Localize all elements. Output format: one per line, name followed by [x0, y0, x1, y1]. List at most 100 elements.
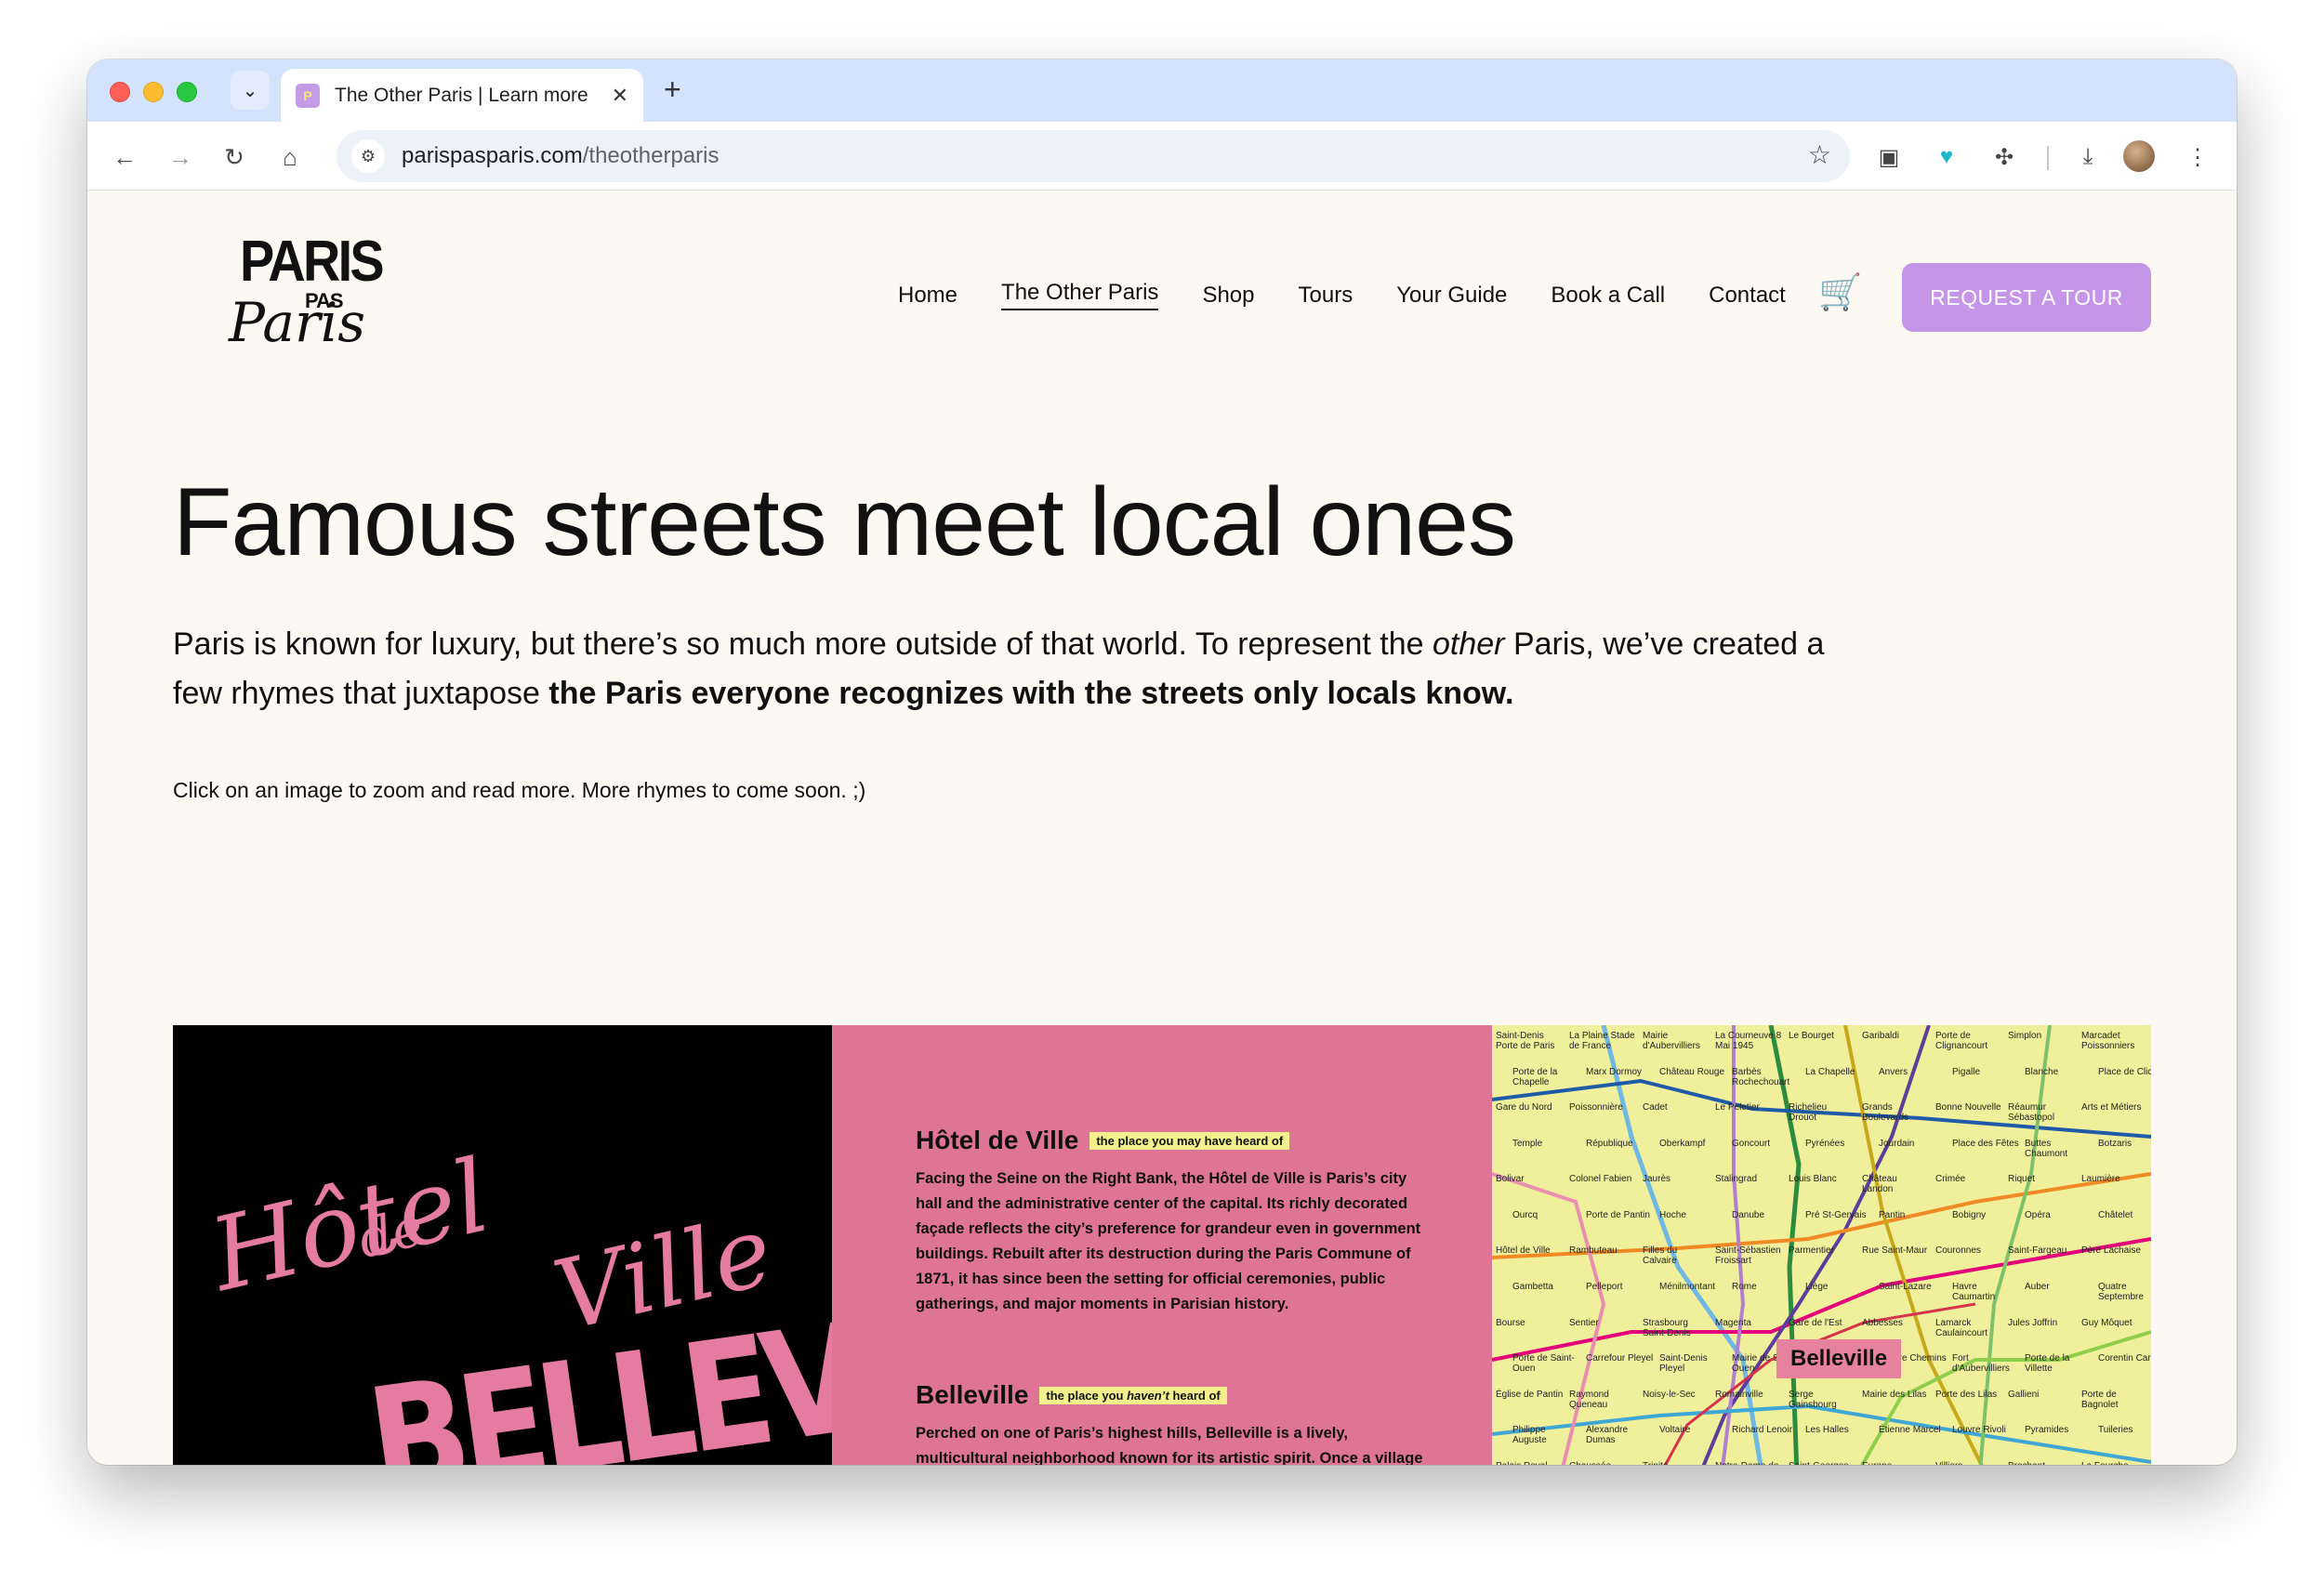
- map-station-label: Porte des Lilas: [1935, 1390, 1998, 1400]
- map-station-label: Gare du Nord: [1496, 1102, 1552, 1113]
- map-station-label: Noisy-le-Sec: [1643, 1390, 1696, 1400]
- map-station-label: Grands Boulevards: [1862, 1102, 1909, 1123]
- map-station-label: Havre Caumartin: [1952, 1282, 1996, 1302]
- map-station-label: Danube: [1732, 1210, 1765, 1220]
- map-station-label: Ourcq: [1512, 1210, 1538, 1220]
- browser-toolbar: ← → ↻ ⌂ ⚙ parispasparis.com/theotherpari…: [87, 122, 2237, 191]
- map-station-label: La Chapelle: [1805, 1067, 1855, 1077]
- extensions-puzzle-icon[interactable]: ✣: [1987, 140, 2021, 174]
- url-domain: parispasparis.com: [402, 143, 583, 168]
- intro-bold: the Paris everyone recognizes with the s…: [548, 676, 1514, 711]
- nav-tours[interactable]: Tours: [1299, 283, 1353, 309]
- maximize-window-button[interactable]: [177, 82, 197, 102]
- request-a-tour-button[interactable]: REQUEST A TOUR: [1902, 263, 2151, 332]
- map-station-label: Voltaire: [1659, 1425, 1691, 1435]
- new-tab-icon[interactable]: +: [664, 72, 681, 107]
- tab-search-button[interactable]: ⌄: [231, 71, 270, 110]
- map-station-label: Louis Blanc: [1789, 1174, 1837, 1184]
- map-station-label: Le Peletier: [1715, 1102, 1760, 1113]
- entry-title-text: Belleville: [916, 1380, 1029, 1409]
- map-station-label: Jules Joffrin: [2008, 1318, 2058, 1328]
- reload-icon[interactable]: ↻: [216, 138, 253, 176]
- map-station-label: Blanche: [2025, 1067, 2059, 1077]
- map-station-label: Marcadet Poissonniers: [2081, 1031, 2135, 1051]
- map-station-label: Philippe Auguste: [1512, 1425, 1547, 1445]
- map-station-label: Bobigny: [1952, 1210, 1987, 1220]
- nav-the-other-paris[interactable]: The Other Paris: [1001, 280, 1159, 310]
- toolbar-divider: [2047, 146, 2049, 170]
- map-station-label: Église de Pantin: [1496, 1390, 1564, 1400]
- map-station-label: Rue Saint-Maur: [1862, 1245, 1928, 1256]
- map-station-label: Botzaris: [2098, 1139, 2133, 1149]
- nav-contact[interactable]: Contact: [1709, 283, 1786, 309]
- map-station-label: Villiers: [1935, 1461, 2003, 1465]
- heart-extension-icon[interactable]: ♥: [1930, 140, 1963, 174]
- map-station-label: Sentier: [1569, 1318, 1599, 1328]
- map-station-label: Tuileries: [2098, 1425, 2133, 1435]
- download-icon[interactable]: ⤓: [2071, 140, 2105, 174]
- entry-tag-post: heard of: [1169, 1388, 1221, 1403]
- favicon-icon: P: [296, 83, 320, 108]
- url-path: /theotherparis: [582, 143, 720, 168]
- intro-paragraph: Paris is known for luxury, but there’s s…: [173, 620, 1828, 718]
- site-logo[interactable]: PARIS PAS Paris: [229, 233, 405, 363]
- artwork-image[interactable]: Hôtel de Ville BELLEVILLE: [173, 1025, 832, 1465]
- entry-tag-pre: the place you: [1046, 1388, 1128, 1403]
- map-station-label: Quatre Septembre: [2098, 1282, 2144, 1302]
- map-station-label: La Courneuve 8 Mai 1945: [1715, 1031, 1782, 1051]
- forward-icon[interactable]: →: [162, 138, 199, 176]
- map-station-label: Porte de Clignancourt: [1935, 1031, 1988, 1051]
- cart-icon[interactable]: 🛒: [1818, 272, 1862, 313]
- map-station-label: Richelieu Drouot: [1789, 1102, 1828, 1123]
- main-navigation: Home The Other Paris Shop Tours Your Gui…: [898, 280, 1829, 310]
- profile-avatar[interactable]: [2123, 140, 2155, 172]
- nav-home[interactable]: Home: [898, 283, 957, 309]
- map-station-label: Serge Gainsbourg: [1789, 1390, 1837, 1410]
- extension-icon[interactable]: ▣: [1872, 140, 1906, 174]
- bookmark-star-icon[interactable]: ☆: [1808, 139, 1831, 170]
- address-bar[interactable]: ⚙ parispasparis.com/theotherparis ☆: [337, 130, 1850, 182]
- map-station-label: Opéra: [2025, 1210, 2051, 1220]
- map-station-label: Rambuteau: [1569, 1245, 1618, 1256]
- map-station-label: La Fourche: [2081, 1461, 2149, 1465]
- map-station-label: Abbesses: [1862, 1318, 1903, 1328]
- entry-title: Hôtel de Ville the place you may have hea…: [916, 1126, 1436, 1155]
- map-station-label: Arts et Métiers: [2081, 1102, 2142, 1113]
- entry-tag: the place you haven’t heard of: [1039, 1386, 1227, 1404]
- entry-tag: the place you may have heard of: [1089, 1131, 1290, 1150]
- minimize-window-button[interactable]: [143, 82, 164, 102]
- map-station-label: Hôtel de Ville: [1496, 1245, 1551, 1256]
- map-station-label: Mairie d'Aubervilliers: [1643, 1031, 1700, 1051]
- browser-window: ⌄ P The Other Paris | Learn more ✕ + ← →…: [87, 59, 2237, 1465]
- map-station-label: Fort d'Aubervilliers: [1952, 1353, 2010, 1374]
- nav-book-a-call[interactable]: Book a Call: [1551, 283, 1665, 309]
- map-station-label: Richard Lenoir: [1732, 1425, 1793, 1435]
- nav-your-guide[interactable]: Your Guide: [1396, 283, 1507, 309]
- map-station-label: Strasbourg Saint-Denis: [1643, 1318, 1691, 1338]
- close-window-button[interactable]: [110, 82, 130, 102]
- close-tab-icon[interactable]: ✕: [612, 84, 628, 108]
- map-station-label: Saint-Denis Porte de Paris: [1496, 1031, 1555, 1051]
- map-station-label: Rome: [1732, 1282, 1757, 1292]
- site-settings-icon[interactable]: ⚙: [351, 139, 385, 173]
- description-image[interactable]: Hôtel de Ville the place you may have hea…: [832, 1025, 1492, 1465]
- entry-title: Belleville the place you haven’t heard of: [916, 1380, 1436, 1410]
- active-tab[interactable]: P The Other Paris | Learn more ✕: [281, 69, 643, 122]
- map-station-label: Pantin: [1879, 1210, 1906, 1220]
- home-icon[interactable]: ⌂: [271, 138, 309, 176]
- map-station-label: Jourdain: [1879, 1139, 1915, 1149]
- map-station-label: Liège: [1805, 1282, 1829, 1292]
- metro-map-image[interactable]: Saint-Denis Porte de Paris La Plaine Stad…: [1492, 1025, 2151, 1465]
- map-station-label: Porte de Pantin: [1586, 1210, 1650, 1220]
- art-word-hotel: Hôtel: [200, 1138, 500, 1314]
- map-station-label: La Plaine Stade de France: [1569, 1031, 1635, 1051]
- map-station-label: Saint-Lazare: [1879, 1282, 1932, 1292]
- back-icon[interactable]: ←: [106, 138, 143, 176]
- map-station-label: Guy Môquet: [2081, 1318, 2133, 1328]
- menu-kebab-icon[interactable]: ⋮: [2181, 140, 2214, 174]
- nav-shop[interactable]: Shop: [1202, 283, 1254, 309]
- map-station-label: Auber: [2025, 1282, 2050, 1292]
- map-station-label: Père Lachaise: [2081, 1245, 2141, 1256]
- map-station-label: Corentin Cariou: [2098, 1353, 2151, 1364]
- map-station-label: Porte de la Villette: [2025, 1353, 2070, 1374]
